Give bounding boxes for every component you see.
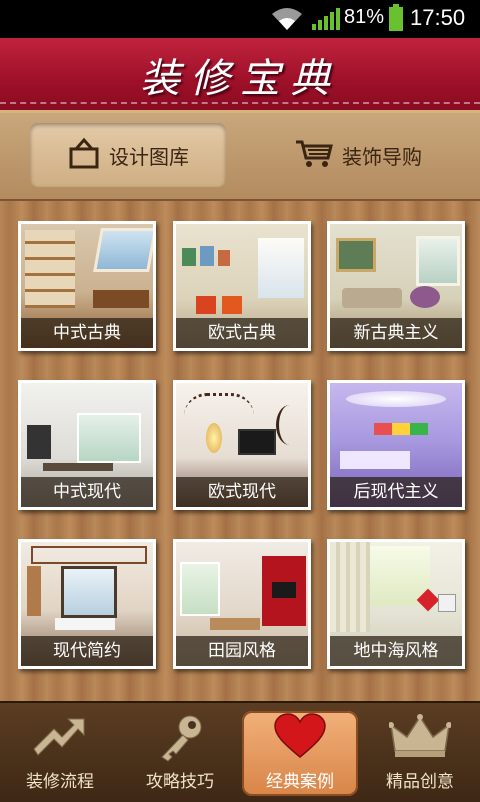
room-photo: 欧式古典 <box>176 224 308 348</box>
title-bar: 装修宝典 <box>0 38 480 113</box>
signal-icon <box>312 8 340 34</box>
style-grid: 中式古典 欧式古典 新古典主义 中式现代 欧式现代 后现代主义 现代简约 田园风… <box>0 201 480 701</box>
nav-tips[interactable]: 攻略技巧 <box>120 703 240 802</box>
cart-icon <box>294 138 342 173</box>
key-icon <box>120 713 240 770</box>
room-photo: 田园风格 <box>176 542 308 666</box>
style-label: 中式古典 <box>21 318 153 348</box>
clock: 17:50 <box>410 5 466 30</box>
style-card-modern-minimal[interactable]: 现代简约 <box>18 539 156 669</box>
room-photo: 欧式现代 <box>176 383 308 507</box>
style-card-european-classical[interactable]: 欧式古典 <box>173 221 311 351</box>
nav-label: 装修流程 <box>26 772 94 792</box>
tab-decor-shopping[interactable]: 装饰导购 <box>268 123 448 187</box>
battery-icon <box>389 4 403 31</box>
tab-bar: 设计图库 装饰导购 <box>0 113 480 201</box>
room-photo: 中式现代 <box>21 383 153 507</box>
room-photo: 后现代主义 <box>330 383 462 507</box>
style-label: 新古典主义 <box>330 318 462 348</box>
style-label: 后现代主义 <box>330 477 462 507</box>
room-photo: 地中海风格 <box>330 542 462 666</box>
status-bar: 81% 17:50 <box>0 0 480 38</box>
style-card-mediterranean[interactable]: 地中海风格 <box>327 539 465 669</box>
heart-icon <box>240 713 360 764</box>
bottom-nav: 装修流程 攻略技巧 经典案例 精品创意 <box>0 701 480 802</box>
app-title: 装修宝典 <box>140 56 340 102</box>
wifi-icon <box>270 6 304 36</box>
style-label: 欧式古典 <box>176 318 308 348</box>
tab-label: 设计图库 <box>109 144 189 169</box>
tab-design-gallery[interactable]: 设计图库 <box>30 123 226 187</box>
room-photo: 中式古典 <box>21 224 153 348</box>
nav-classic-cases[interactable]: 经典案例 <box>240 703 360 802</box>
stitch-divider <box>0 102 480 104</box>
style-card-chinese-modern[interactable]: 中式现代 <box>18 380 156 510</box>
trend-arrow-icon <box>0 713 120 766</box>
nav-creative-ideas[interactable]: 精品创意 <box>360 703 480 802</box>
tab-label: 装饰导购 <box>342 144 422 169</box>
style-label: 欧式现代 <box>176 477 308 507</box>
style-card-pastoral[interactable]: 田园风格 <box>173 539 311 669</box>
nav-renovation-process[interactable]: 装修流程 <box>0 703 120 802</box>
style-card-european-modern[interactable]: 欧式现代 <box>173 380 311 510</box>
nav-label: 精品创意 <box>386 772 454 792</box>
room-photo: 现代简约 <box>21 542 153 666</box>
crown-icon <box>360 713 480 764</box>
nav-label: 攻略技巧 <box>146 772 214 792</box>
style-label: 田园风格 <box>176 636 308 666</box>
style-label: 中式现代 <box>21 477 153 507</box>
style-label: 现代简约 <box>21 636 153 666</box>
style-card-chinese-classical[interactable]: 中式古典 <box>18 221 156 351</box>
nav-label: 经典案例 <box>266 772 334 792</box>
room-photo: 新古典主义 <box>330 224 462 348</box>
battery-percent: 81% <box>344 6 385 28</box>
house-icon <box>67 137 109 174</box>
style-card-neoclassical[interactable]: 新古典主义 <box>327 221 465 351</box>
style-label: 地中海风格 <box>330 636 462 666</box>
style-card-postmodern[interactable]: 后现代主义 <box>327 380 465 510</box>
